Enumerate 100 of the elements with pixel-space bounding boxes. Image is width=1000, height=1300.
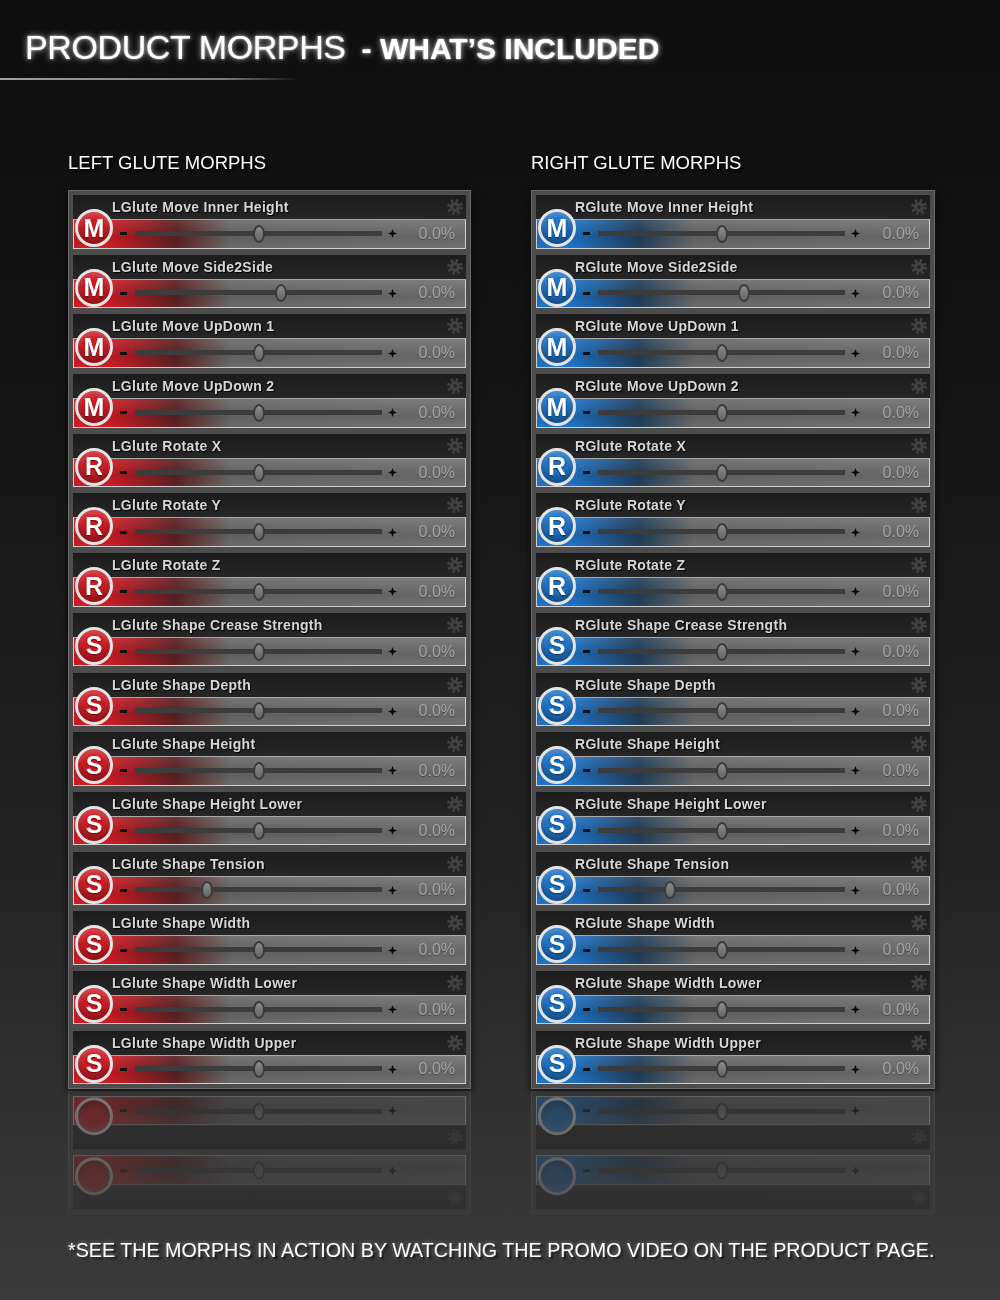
- slider-thumb[interactable]: [663, 881, 676, 900]
- slider-thumb[interactable]: [252, 463, 265, 482]
- settings-icon[interactable]: [447, 497, 463, 514]
- settings-icon[interactable]: [911, 676, 927, 693]
- settings-icon[interactable]: [447, 1034, 463, 1051]
- minus-icon[interactable]: [583, 709, 590, 713]
- plus-icon[interactable]: [851, 1064, 860, 1074]
- plus-icon[interactable]: [851, 408, 860, 418]
- plus-icon[interactable]: [388, 527, 397, 537]
- minus-icon[interactable]: [120, 1067, 127, 1071]
- settings-icon[interactable]: [447, 795, 463, 812]
- slider-thumb[interactable]: [715, 224, 728, 243]
- minus-icon[interactable]: [583, 650, 590, 654]
- minus-icon[interactable]: [120, 411, 127, 415]
- plus-icon[interactable]: [388, 229, 397, 239]
- plus-icon[interactable]: [851, 288, 860, 298]
- settings-icon[interactable]: [911, 557, 927, 574]
- minus-icon[interactable]: [120, 709, 127, 713]
- slider-thumb[interactable]: [715, 463, 728, 482]
- slider-thumb[interactable]: [252, 1060, 265, 1079]
- plus-icon[interactable]: [388, 1005, 397, 1015]
- settings-icon[interactable]: [911, 1034, 927, 1051]
- minus-icon[interactable]: [583, 530, 590, 534]
- minus-icon[interactable]: [583, 888, 590, 892]
- settings-icon[interactable]: [447, 199, 463, 215]
- plus-icon[interactable]: [851, 468, 860, 477]
- minus-icon[interactable]: [583, 1008, 590, 1012]
- minus-icon[interactable]: [120, 351, 127, 355]
- settings-icon[interactable]: [447, 736, 463, 753]
- slider-thumb[interactable]: [715, 1060, 728, 1079]
- slider-thumb[interactable]: [252, 642, 265, 661]
- minus-icon[interactable]: [120, 888, 127, 892]
- plus-icon[interactable]: [388, 468, 397, 477]
- settings-icon[interactable]: [447, 676, 463, 693]
- slider-thumb[interactable]: [715, 821, 728, 840]
- settings-icon[interactable]: [911, 915, 927, 932]
- plus-icon[interactable]: [388, 826, 397, 836]
- slider-thumb[interactable]: [715, 941, 728, 959]
- minus-icon[interactable]: [583, 1067, 590, 1071]
- plus-icon[interactable]: [851, 647, 860, 657]
- slider-thumb[interactable]: [715, 1000, 728, 1019]
- plus-icon[interactable]: [851, 587, 860, 597]
- plus-icon[interactable]: [388, 587, 397, 597]
- plus-icon[interactable]: [388, 945, 397, 955]
- plus-icon[interactable]: [851, 527, 860, 537]
- settings-icon[interactable]: [447, 437, 463, 454]
- slider-thumb[interactable]: [715, 403, 728, 422]
- plus-icon[interactable]: [388, 1064, 397, 1074]
- slider-thumb[interactable]: [252, 941, 265, 959]
- slider-thumb[interactable]: [252, 523, 265, 542]
- minus-icon[interactable]: [120, 1008, 127, 1012]
- plus-icon[interactable]: [851, 1005, 860, 1015]
- slider-thumb[interactable]: [715, 344, 728, 363]
- plus-icon[interactable]: [388, 647, 397, 657]
- minus-icon[interactable]: [120, 232, 127, 236]
- minus-icon[interactable]: [583, 291, 590, 295]
- slider-thumb[interactable]: [252, 821, 265, 840]
- plus-icon[interactable]: [851, 766, 860, 776]
- slider-thumb[interactable]: [715, 702, 728, 721]
- settings-icon[interactable]: [911, 497, 927, 514]
- minus-icon[interactable]: [120, 948, 127, 952]
- minus-icon[interactable]: [120, 530, 127, 534]
- plus-icon[interactable]: [851, 945, 860, 955]
- slider-thumb[interactable]: [252, 344, 265, 363]
- settings-icon[interactable]: [911, 795, 927, 812]
- settings-icon[interactable]: [447, 557, 463, 574]
- minus-icon[interactable]: [120, 650, 127, 654]
- minus-icon[interactable]: [583, 769, 590, 773]
- slider-thumb[interactable]: [252, 403, 265, 422]
- slider-thumb[interactable]: [200, 881, 213, 900]
- slider-thumb[interactable]: [715, 642, 728, 661]
- settings-icon[interactable]: [911, 736, 927, 753]
- settings-icon[interactable]: [911, 378, 927, 395]
- slider-thumb[interactable]: [252, 761, 265, 780]
- plus-icon[interactable]: [851, 826, 860, 836]
- minus-icon[interactable]: [120, 829, 127, 833]
- settings-icon[interactable]: [911, 855, 927, 872]
- minus-icon[interactable]: [120, 291, 127, 295]
- slider-thumb[interactable]: [252, 702, 265, 721]
- settings-icon[interactable]: [447, 974, 463, 991]
- settings-icon[interactable]: [447, 318, 463, 335]
- slider-thumb[interactable]: [274, 284, 287, 303]
- plus-icon[interactable]: [388, 766, 397, 776]
- plus-icon[interactable]: [388, 408, 397, 418]
- settings-icon[interactable]: [447, 855, 463, 872]
- minus-icon[interactable]: [583, 351, 590, 355]
- slider-thumb[interactable]: [252, 582, 265, 601]
- settings-icon[interactable]: [447, 258, 463, 275]
- slider-thumb[interactable]: [715, 523, 728, 542]
- settings-icon[interactable]: [911, 616, 927, 633]
- slider-thumb[interactable]: [737, 284, 750, 303]
- minus-icon[interactable]: [583, 829, 590, 833]
- settings-icon[interactable]: [911, 437, 927, 454]
- minus-icon[interactable]: [583, 232, 590, 236]
- plus-icon[interactable]: [388, 288, 397, 298]
- settings-icon[interactable]: [911, 974, 927, 991]
- slider-thumb[interactable]: [715, 761, 728, 780]
- plus-icon[interactable]: [388, 885, 397, 895]
- settings-icon[interactable]: [447, 915, 463, 932]
- minus-icon[interactable]: [583, 590, 590, 594]
